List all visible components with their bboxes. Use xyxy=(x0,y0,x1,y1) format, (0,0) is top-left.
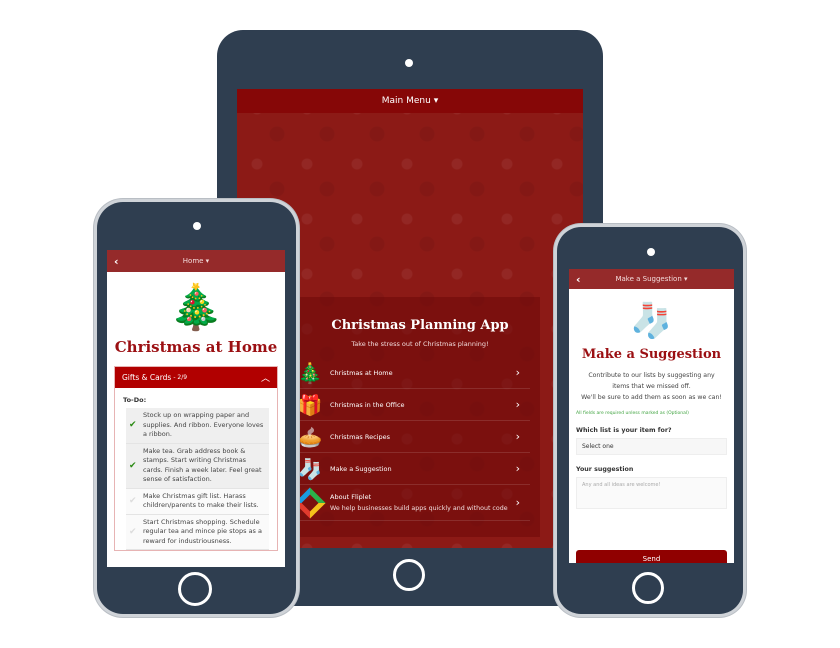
task-item[interactable]: ✔ Start Christmas shopping. Schedule regu… xyxy=(126,514,269,550)
main-menu-panel: Christmas Planning App Take the stress o… xyxy=(294,297,540,537)
back-icon[interactable]: ‹ xyxy=(114,255,119,268)
stocking-icon: 🧦 xyxy=(297,456,323,481)
menu-item-christmas-at-home[interactable]: 🎄 Christmas at Home › xyxy=(298,357,530,389)
task-item[interactable]: ✔ Make Christmas gift list. Harass childr… xyxy=(126,488,269,515)
back-icon[interactable]: ‹ xyxy=(576,273,581,286)
list-label: Which list is your item for? xyxy=(576,427,672,434)
pie-icon: 🥧 xyxy=(297,424,323,449)
required-note: All fields are required unless marked as… xyxy=(576,411,689,416)
right-phone-camera xyxy=(647,248,655,256)
send-button[interactable]: Send xyxy=(576,550,727,563)
chevron-right-icon: › xyxy=(515,430,520,443)
left-phone-camera xyxy=(193,222,201,230)
check-icon[interactable]: ✔ xyxy=(129,527,143,537)
suggestion-textarea[interactable]: Any and all ideas are welcome! xyxy=(576,477,727,509)
intro-text: Contribute to our lists by suggesting an… xyxy=(588,372,715,390)
tablet-home-button[interactable] xyxy=(393,559,425,591)
check-icon[interactable]: ✔ xyxy=(129,496,143,506)
accordion-gifts-cards[interactable]: Gifts & Cards - 2/9 ︿ To-Do: ✔ Stock up on… xyxy=(114,366,278,551)
task-item[interactable]: ✔ Stock up on wrapping paper and supplies… xyxy=(126,408,269,444)
app-title: Christmas Planning App xyxy=(331,318,509,333)
suggestion-dropdown[interactable]: ‹ Make a Suggestion ▾ xyxy=(569,269,734,289)
left-phone-screen: ‹ Home ▾ 🎄 Christmas at Home Gifts & Card… xyxy=(107,250,285,567)
chevron-right-icon: › xyxy=(515,462,520,475)
home-dropdown[interactable]: ‹ Home ▾ xyxy=(107,250,285,272)
gift-icon: 🎁 xyxy=(297,392,323,417)
tree-icon: 🎄 xyxy=(297,360,323,385)
menu-item-about-fliplet[interactable]: About Fliplet We help businesses build ap… xyxy=(294,485,530,521)
intro-text-2: We'll be sure to add them as soon as we … xyxy=(581,394,722,401)
left-phone-home-button[interactable] xyxy=(178,572,212,606)
menu-item-christmas-recipes[interactable]: 🥧 Christmas Recipes › xyxy=(298,421,530,453)
app-subtitle: Take the stress out of Christmas plannin… xyxy=(351,340,489,348)
chevron-up-icon[interactable]: ︿ xyxy=(261,371,270,384)
right-phone: ‹ Make a Suggestion ▾ 🧦 Make a Suggestion… xyxy=(557,227,743,614)
left-phone: ‹ Home ▾ 🎄 Christmas at Home Gifts & Card… xyxy=(97,202,296,614)
chevron-right-icon: › xyxy=(515,398,520,411)
todo-label: To-Do: xyxy=(123,396,147,404)
main-menu-dropdown[interactable]: Main Menu ▾ xyxy=(237,89,583,113)
chevron-right-icon: › xyxy=(515,496,520,509)
stocking-icon: 🧦 xyxy=(630,301,673,341)
check-icon[interactable]: ✔ xyxy=(129,420,143,430)
tablet-camera xyxy=(405,59,413,67)
task-item[interactable]: ✔ Make tea. Grab address book & stamps. S… xyxy=(126,443,269,489)
check-icon[interactable]: ✔ xyxy=(129,461,143,471)
chevron-right-icon: › xyxy=(515,366,520,379)
list-select[interactable]: Select one xyxy=(576,438,727,455)
right-phone-screen: ‹ Make a Suggestion ▾ 🧦 Make a Suggestion… xyxy=(569,269,734,563)
page-title: Christmas at Home xyxy=(114,338,278,356)
menu-item-make-suggestion[interactable]: 🧦 Make a Suggestion › xyxy=(298,453,530,485)
accordion-header[interactable]: Gifts & Cards - 2/9 ︿ xyxy=(115,367,277,388)
suggestion-label: Your suggestion xyxy=(576,466,634,473)
tree-icon: 🎄 xyxy=(168,282,224,333)
page-title: Make a Suggestion xyxy=(581,347,722,362)
right-phone-home-button[interactable] xyxy=(632,572,664,604)
menu-item-christmas-in-office[interactable]: 🎁 Christmas in the Office › xyxy=(298,389,530,421)
fliplet-logo-icon xyxy=(294,486,326,519)
